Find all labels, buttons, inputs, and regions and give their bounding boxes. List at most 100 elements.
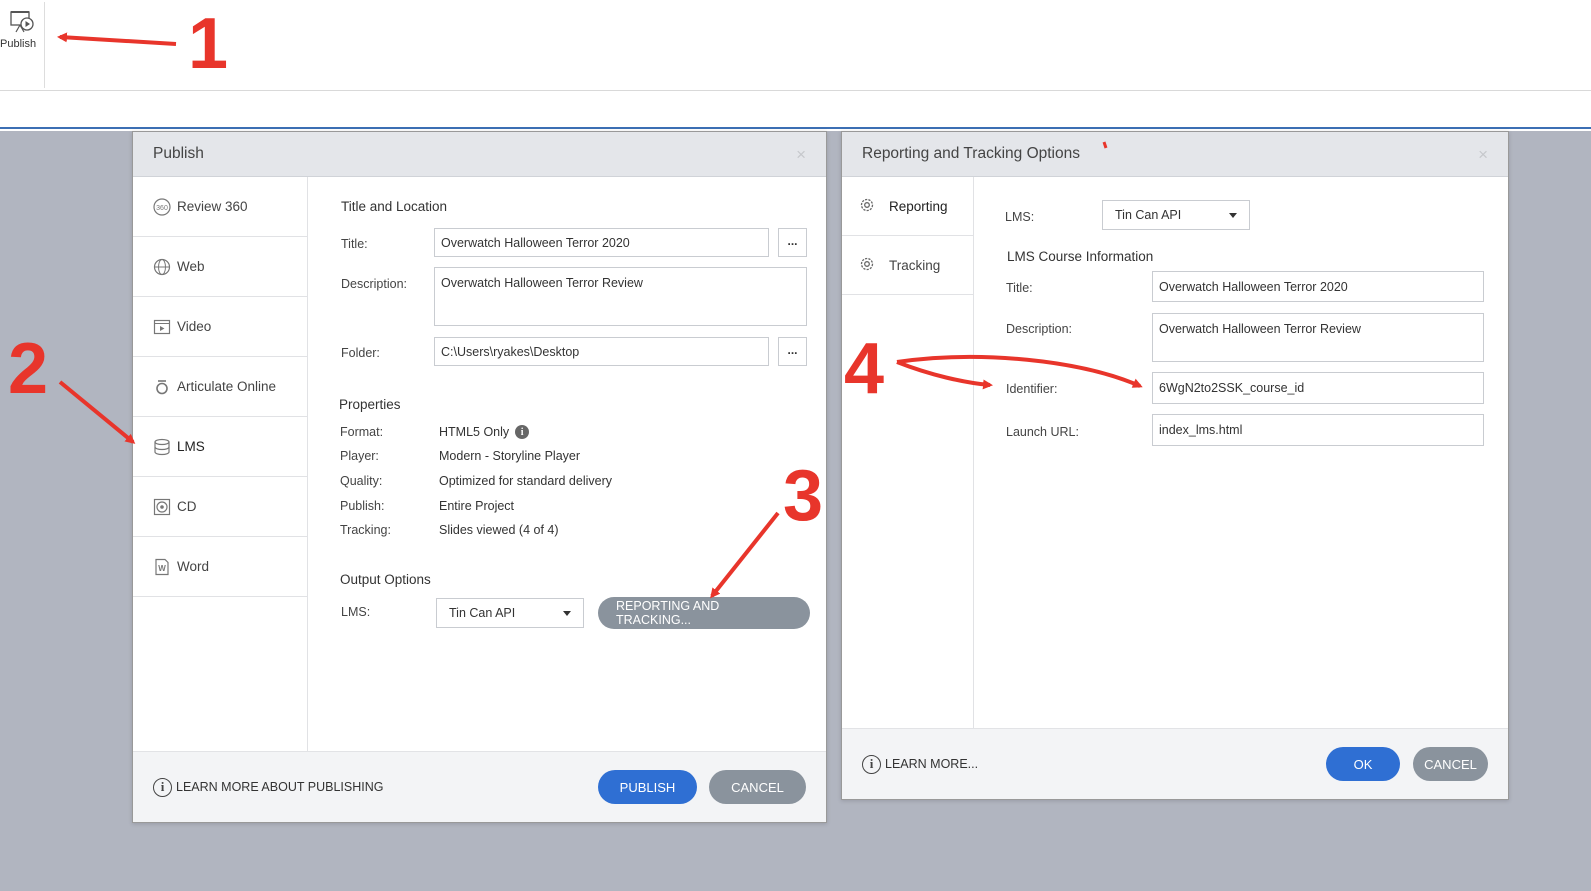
- sidebar-item-label: Web: [177, 259, 205, 274]
- description-input[interactable]: Overwatch Halloween Terror Review: [434, 267, 807, 326]
- lms-select-value: Tin Can API: [449, 606, 516, 620]
- reporting-dialog-title: Reporting and Tracking Options: [862, 145, 1080, 162]
- video-icon: [153, 318, 171, 336]
- learn-more-label: LEARN MORE ABOUT PUBLISHING: [176, 780, 384, 794]
- rep-title-label: Title:: [1006, 281, 1033, 295]
- sidebar-item-articulate-online[interactable]: Articulate Online: [133, 357, 307, 417]
- cancel-button[interactable]: CANCEL: [1413, 747, 1488, 781]
- sidebar-item-label: Tracking: [889, 257, 941, 273]
- ok-button[interactable]: OK: [1326, 747, 1400, 781]
- info-icon[interactable]: i: [515, 425, 530, 439]
- sidebar-item-label: Video: [177, 319, 212, 334]
- course-description-input[interactable]: Overwatch Halloween Terror Review: [1152, 313, 1484, 362]
- section-output-options: Output Options: [340, 572, 431, 587]
- publish-button[interactable]: PUBLISH: [598, 770, 697, 804]
- title-browse-button[interactable]: ...: [778, 228, 807, 257]
- reporting-sidebar: Reporting Tracking: [842, 177, 974, 730]
- publish-sidebar: 360 Review 360 Web Video Articulate Onli…: [133, 177, 308, 753]
- sidebar-item-word[interactable]: W Word: [133, 537, 307, 597]
- title-input[interactable]: Overwatch Halloween Terror 2020: [434, 228, 769, 257]
- launch-url-input[interactable]: index_lms.html: [1152, 414, 1484, 446]
- gear-icon: [859, 256, 875, 275]
- publish-dialog-title: Publish: [153, 145, 204, 162]
- review-360-icon: 360: [153, 197, 171, 216]
- player-value[interactable]: Modern - Storyline Player: [439, 449, 580, 463]
- sidebar-item-label: Review 360: [177, 199, 248, 214]
- folder-input[interactable]: C:\Users\ryakes\Desktop: [434, 337, 769, 366]
- publish-footer: i LEARN MORE ABOUT PUBLISHING PUBLISH CA…: [133, 751, 826, 822]
- close-icon[interactable]: ×: [796, 146, 806, 163]
- sidebar-item-lms[interactable]: LMS: [133, 417, 307, 477]
- course-title-input[interactable]: Overwatch Halloween Terror 2020: [1152, 271, 1484, 302]
- annotation-number-3: 3: [783, 456, 824, 536]
- sidebar-item-review-360[interactable]: 360 Review 360: [133, 177, 307, 237]
- tracking-value[interactable]: Slides viewed (4 of 4): [439, 523, 559, 537]
- cancel-button[interactable]: CANCEL: [709, 770, 806, 804]
- cd-icon: [153, 498, 171, 516]
- articulate-online-icon: [153, 378, 171, 396]
- rep-lms-select-value: Tin Can API: [1115, 208, 1182, 222]
- title-label: Title:: [341, 237, 368, 251]
- lms-label: LMS:: [341, 605, 371, 619]
- rep-lms-label: LMS:: [1005, 210, 1035, 224]
- publish-scope-label: Publish:: [340, 499, 385, 513]
- gear-icon: [859, 197, 875, 216]
- svg-text:W: W: [158, 564, 166, 573]
- quality-value[interactable]: Optimized for standard delivery: [439, 474, 612, 488]
- ribbon-strip: [0, 91, 1591, 129]
- rep-description-label: Description:: [1006, 322, 1072, 336]
- close-icon[interactable]: ×: [1478, 146, 1488, 163]
- svg-text:360: 360: [156, 205, 168, 212]
- reporting-dialog-header: Reporting and Tracking Options ×: [842, 132, 1508, 177]
- annotation-number-2: 2: [8, 329, 49, 409]
- ribbon: Publish: [0, 0, 1591, 91]
- publish-ribbon-button[interactable]: Publish: [0, 2, 45, 88]
- database-icon: [153, 438, 171, 456]
- section-properties: Properties: [339, 397, 401, 412]
- format-label: Format:: [340, 425, 384, 439]
- learn-more-publishing-link[interactable]: i LEARN MORE ABOUT PUBLISHING: [153, 777, 384, 797]
- section-course-information: LMS Course Information: [1007, 249, 1154, 264]
- sidebar-item-web[interactable]: Web: [133, 237, 307, 297]
- sidebar-item-label: Reporting: [889, 198, 948, 214]
- folder-label: Folder:: [341, 346, 380, 360]
- reporting-footer: i LEARN MORE... OK CANCEL: [842, 728, 1508, 799]
- sidebar-item-label: Articulate Online: [177, 379, 277, 394]
- word-icon: W: [153, 558, 171, 576]
- reporting-footer-actions: OK CANCEL: [1326, 747, 1488, 781]
- learn-more-link[interactable]: i LEARN MORE...: [862, 754, 979, 774]
- publish-dialog-header: Publish ×: [133, 132, 826, 177]
- tracking-label: Tracking:: [340, 523, 391, 537]
- publish-dialog: Publish × 360 Review 360 Web Video Artic…: [132, 131, 827, 823]
- reporting-tracking-dialog: Reporting and Tracking Options × Reporti…: [841, 131, 1509, 800]
- publish-ribbon-label: Publish: [0, 38, 37, 50]
- format-value-row: HTML5 Only i: [439, 425, 530, 439]
- player-label: Player:: [340, 449, 379, 463]
- folder-browse-button[interactable]: ...: [778, 337, 807, 366]
- publish-icon: [10, 11, 34, 33]
- sidebar-item-label: CD: [177, 499, 197, 514]
- learn-more-label: LEARN MORE...: [885, 757, 979, 771]
- identifier-label: Identifier:: [1006, 382, 1058, 396]
- rep-lms-select[interactable]: Tin Can API: [1102, 200, 1250, 230]
- quality-label: Quality:: [340, 474, 383, 488]
- sidebar-item-cd[interactable]: CD: [133, 477, 307, 537]
- info-icon: i: [153, 777, 172, 797]
- sidebar-item-label: LMS: [177, 439, 205, 454]
- identifier-input[interactable]: 6WgN2to2SSK_course_id: [1152, 372, 1484, 404]
- sidebar-item-tracking[interactable]: Tracking: [842, 236, 973, 295]
- info-icon: i: [862, 754, 881, 774]
- description-label: Description:: [341, 277, 407, 291]
- sidebar-item-label: Word: [177, 559, 210, 574]
- reporting-tracking-button[interactable]: REPORTING AND TRACKING...: [598, 597, 810, 629]
- format-value[interactable]: HTML5 Only: [439, 425, 509, 439]
- sidebar-item-reporting[interactable]: Reporting: [842, 177, 973, 236]
- globe-icon: [153, 258, 171, 276]
- publish-scope-value[interactable]: Entire Project: [439, 499, 514, 513]
- annotation-number-1: 1: [188, 4, 229, 84]
- reporting-content: LMS: Tin Can API LMS Course Information …: [974, 177, 1510, 730]
- sidebar-item-video[interactable]: Video: [133, 297, 307, 357]
- annotation-number-4: 4: [844, 329, 885, 409]
- section-title-location: Title and Location: [341, 199, 448, 214]
- lms-select[interactable]: Tin Can API: [436, 598, 584, 628]
